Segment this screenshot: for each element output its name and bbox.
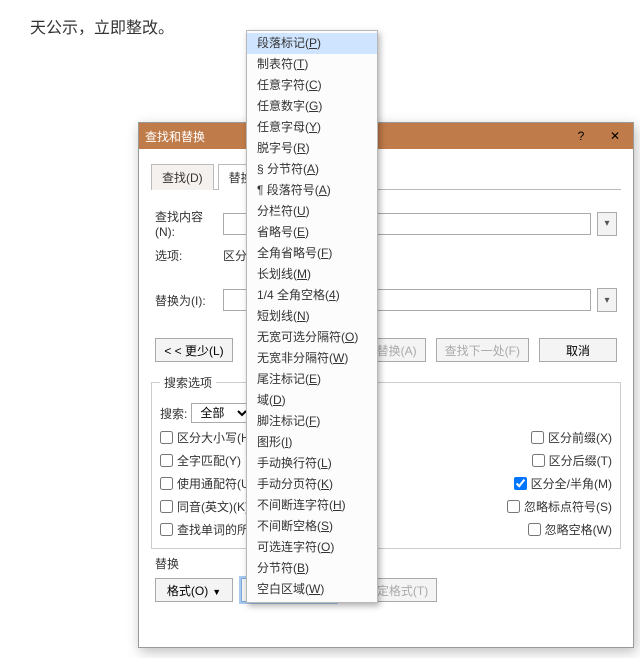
menu-item[interactable]: 手动分页符(K) (247, 474, 377, 495)
find-next-button[interactable]: 查找下一处(F) (436, 338, 529, 362)
menu-item[interactable]: 脱字号(R) (247, 138, 377, 159)
menu-item[interactable]: 任意字母(Y) (247, 117, 377, 138)
menu-item[interactable]: 分节符(B) (247, 558, 377, 579)
menu-item[interactable]: 任意字符(C) (247, 75, 377, 96)
document-text: 天公示，立即整改。 (30, 20, 174, 37)
close-icon[interactable]: ✕ (603, 129, 627, 143)
menu-item[interactable]: 域(D) (247, 390, 377, 411)
form-area: 查找内容(N): ▾ 选项: 区分 替换为(I): ▾ (139, 190, 633, 326)
menu-item[interactable]: 段落标记(P) (247, 33, 377, 54)
dialog-tabs: 查找(D) 替换(P) (151, 163, 621, 190)
menu-item[interactable]: 可选连字符(O) (247, 537, 377, 558)
help-icon[interactable]: ? (569, 129, 593, 143)
chk-suffix[interactable]: 区分后缀(T) (532, 452, 612, 469)
menu-item[interactable]: 脚注标记(F) (247, 411, 377, 432)
tab-find[interactable]: 查找(D) (151, 164, 214, 190)
menu-item[interactable]: 全角省略号(F) (247, 243, 377, 264)
menu-item[interactable]: 短划线(N) (247, 306, 377, 327)
menu-item[interactable]: 无宽非分隔符(W) (247, 348, 377, 369)
menu-item[interactable]: 分栏符(U) (247, 201, 377, 222)
dialog-titlebar: 查找和替换 ? ✕ (139, 123, 633, 149)
search-direction-label: 搜索: (160, 405, 187, 422)
menu-item[interactable]: § 分节符(A) (247, 159, 377, 180)
menu-item[interactable]: ¶ 段落符号(A) (247, 180, 377, 201)
dialog-title: 查找和替换 (145, 128, 205, 145)
menu-item[interactable]: 不间断空格(S) (247, 516, 377, 537)
special-format-menu: 段落标记(P)制表符(T)任意字符(C)任意数字(G)任意字母(Y)脱字号(R)… (246, 30, 378, 603)
search-options-group: 搜索选项 搜索: 全部 区分大小写(H) 全字匹配(Y) 使用通配符(U) 同音… (151, 374, 621, 549)
chk-full-half[interactable]: 区分全/半角(M) (514, 475, 612, 492)
replace-section-label: 替换 (155, 555, 617, 572)
find-replace-dialog: 查找和替换 ? ✕ 查找(D) 替换(P) 查找内容(N): ▾ 选项: 区分 … (138, 122, 634, 648)
action-buttons-row: < < 更少(L) 全部替换(A) 查找下一处(F) 取消 (155, 338, 617, 362)
menu-item[interactable]: 空白区域(W) (247, 579, 377, 600)
cancel-button[interactable]: 取消 (539, 338, 617, 362)
replace-label: 替换为(I): (155, 292, 217, 309)
menu-item[interactable]: 任意数字(G) (247, 96, 377, 117)
find-dropdown-button[interactable]: ▾ (597, 212, 617, 236)
chk-ignore-space[interactable]: 忽略空格(W) (528, 521, 612, 538)
format-button[interactable]: 格式(O)▼ (155, 578, 233, 602)
menu-item[interactable]: 长划线(M) (247, 264, 377, 285)
menu-item[interactable]: 无宽可选分隔符(O) (247, 327, 377, 348)
find-label: 查找内容(N): (155, 208, 217, 239)
menu-item[interactable]: 尾注标记(E) (247, 369, 377, 390)
replace-dropdown-button[interactable]: ▾ (597, 288, 617, 312)
chk-ignore-punct[interactable]: 忽略标点符号(S) (507, 498, 612, 515)
window-buttons: ? ✕ (569, 129, 627, 143)
search-options-legend: 搜索选项 (160, 374, 216, 391)
options-value: 区分 (223, 247, 247, 264)
menu-item[interactable]: 图形(I) (247, 432, 377, 453)
menu-item[interactable]: 1/4 全角空格(4) (247, 285, 377, 306)
menu-item[interactable]: 制表符(T) (247, 54, 377, 75)
menu-item[interactable]: 不间断连字符(H) (247, 495, 377, 516)
options-right-column: 区分前缀(X) 区分后缀(T) 区分全/半角(M) 忽略标点符号(S) 忽略空格… (396, 429, 612, 538)
menu-item[interactable]: 手动换行符(L) (247, 453, 377, 474)
search-direction-select[interactable]: 全部 (191, 403, 251, 423)
chk-prefix[interactable]: 区分前缀(X) (531, 429, 612, 446)
menu-item[interactable]: 省略号(E) (247, 222, 377, 243)
options-label: 选项: (155, 247, 217, 264)
replace-section: 替换 格式(O)▼ 特殊格式(E)▼ 不限定格式(T) (155, 555, 617, 602)
less-button[interactable]: < < 更少(L) (155, 338, 233, 362)
